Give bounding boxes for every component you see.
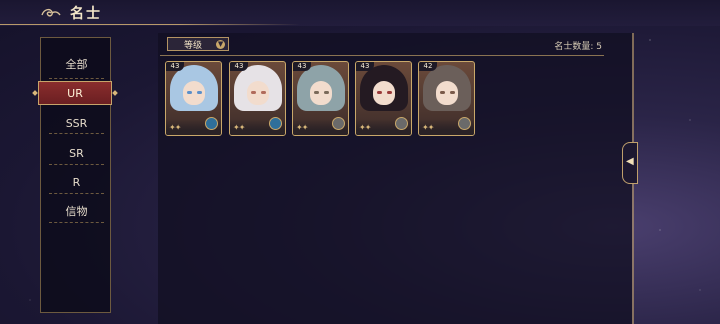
- portrait-eye: [440, 91, 445, 94]
- card-level: 42: [419, 62, 437, 71]
- sidebar-item-keepsake[interactable]: 信物: [41, 199, 112, 223]
- card-level: 43: [356, 62, 374, 71]
- sidebar-item-sr[interactable]: SR: [41, 141, 112, 165]
- portrait-eye: [387, 91, 392, 94]
- rarity-stars-icon: ✦✦: [233, 123, 245, 132]
- card-level: 43: [230, 62, 248, 71]
- sort-label: 等级: [184, 40, 203, 51]
- rarity-stars-icon: ✦✦: [359, 123, 371, 132]
- moon-icon: [269, 117, 282, 130]
- lock-icon: [395, 117, 408, 130]
- rarity-stars-icon: ✦✦: [169, 123, 181, 132]
- rarity-stars-icon: ✦✦: [422, 123, 434, 132]
- rarity-stars-icon: ✦✦: [296, 123, 308, 132]
- swirl-icon: [40, 5, 62, 21]
- toolbar-divider: [160, 55, 604, 56]
- card-level: 43: [293, 62, 311, 71]
- top-bar-divider: [0, 24, 300, 25]
- card-count: 名士数量: 5: [554, 42, 602, 52]
- lock-icon: [458, 117, 471, 130]
- portrait-eye: [450, 91, 455, 94]
- character-card[interactable]: 43 ✦✦: [355, 61, 412, 136]
- portrait-eye: [314, 91, 319, 94]
- chevron-down-icon: ▼: [216, 39, 226, 49]
- page-title: 名士: [70, 6, 102, 22]
- top-bar: [0, 0, 720, 26]
- character-card[interactable]: 43 ✦✦: [165, 61, 222, 136]
- header: 名士: [40, 3, 102, 23]
- sidebar-divider: [49, 78, 104, 79]
- portrait-eye: [261, 91, 266, 94]
- card-level: 43: [166, 62, 184, 71]
- portrait-eye: [324, 91, 329, 94]
- portrait-eye: [251, 91, 256, 94]
- portrait-eye: [187, 91, 192, 94]
- moon-icon: [205, 117, 218, 130]
- collapse-tab[interactable]: ◀: [622, 142, 638, 184]
- sidebar-item-ssr[interactable]: SSR: [41, 111, 112, 135]
- chevron-left-icon: ◀: [626, 156, 634, 167]
- sidebar-item-r[interactable]: R: [41, 170, 112, 194]
- sidebar-item-ur[interactable]: UR: [38, 81, 112, 105]
- portrait-eye: [197, 91, 202, 94]
- character-card[interactable]: 43 ✦✦: [229, 61, 286, 136]
- lock-icon: [332, 117, 345, 130]
- sidebar-item-all[interactable]: 全部: [41, 52, 112, 76]
- sort-dropdown[interactable]: 等级 ▼: [167, 37, 229, 51]
- character-card[interactable]: 42 ✦✦: [418, 61, 475, 136]
- category-sidebar: 全部 SSR SR R 信物: [40, 37, 111, 313]
- character-card[interactable]: 43 ✦✦: [292, 61, 349, 136]
- portrait-eye: [377, 91, 382, 94]
